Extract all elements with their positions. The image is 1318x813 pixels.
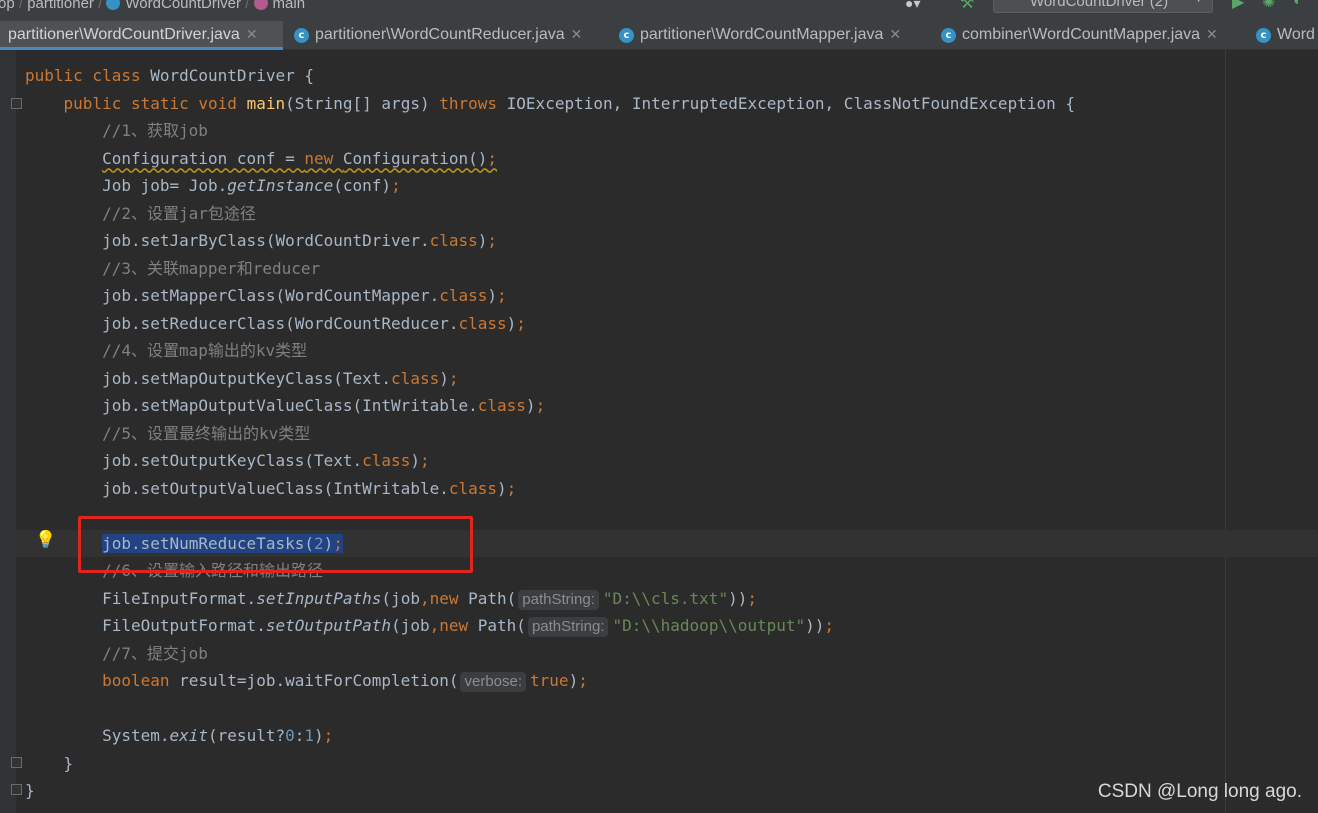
close-icon[interactable]: ✕ <box>1206 26 1218 42</box>
code-line: //3、关联mapper和reducer <box>25 255 1075 283</box>
code-comment: //7、提交job <box>102 643 208 663</box>
run-configuration-label: WordCountDriver (2) <box>1030 0 1169 10</box>
tab-partitioner-wordcountdriver[interactable]: partitioner\WordCountDriver.java ✕ <box>0 21 283 50</box>
breadcrumb-class[interactable]: WordCountDriver <box>125 0 241 12</box>
run-configuration-select[interactable]: WordCountDriver (2) ▼ <box>993 0 1213 13</box>
class-icon: c <box>294 28 309 43</box>
parameter-hint: pathString: <box>518 589 599 610</box>
fold-icon[interactable] <box>11 757 22 768</box>
input-path-string: "D:\\cls.txt" <box>602 588 729 608</box>
code-line: //5、设置最终输出的kv类型 <box>25 420 1075 448</box>
code-line: boolean result=job.waitForCompletion(ver… <box>102 671 588 692</box>
tab-label: Word <box>1277 26 1315 43</box>
fold-icon[interactable] <box>11 98 22 109</box>
breadcrumb-project[interactable]: op <box>0 0 15 12</box>
class-icon: c <box>1256 28 1271 43</box>
code-line: //4、设置map输出的kv类型 <box>25 337 1075 365</box>
tab-label: partitioner\WordCountDriver.java <box>8 26 240 43</box>
exit-value-false: 1 <box>304 726 315 745</box>
chevron-down-icon: ▼ <box>1193 0 1204 5</box>
breadcrumb-package[interactable]: partitioner <box>27 0 94 12</box>
code-line: job.setJarByClass(WordCountDriver.class)… <box>25 231 498 250</box>
code-line: job.setMapOutputKeyClass(Text.class); <box>25 368 459 388</box>
code-comment: //2、设置jar包途径 <box>102 203 256 223</box>
red-annotation-box <box>78 516 473 573</box>
code-line: //7、提交job <box>25 640 1075 668</box>
parameter-hint: verbose: <box>460 672 527 692</box>
code-line: job.setMapOutputValueClass(IntWritable.c… <box>25 396 546 415</box>
output-path-string: "D:\\hadoop\\output" <box>612 616 806 635</box>
code-comment: //5、设置最终输出的kv类型 <box>102 423 311 443</box>
tab-label: combiner\WordCountMapper.java <box>962 26 1201 43</box>
code-line: public class WordCountDriver { <box>25 66 314 85</box>
right-margin-guide <box>1225 50 1226 813</box>
run-icon[interactable]: ▶ <box>1232 0 1244 12</box>
parameter-hint: pathString: <box>527 617 609 637</box>
exit-value-true: 0 <box>285 726 295 745</box>
tab-combiner-wordcountmapper[interactable]: c combiner\WordCountMapper.java ✕ <box>941 21 1246 50</box>
fold-icon[interactable] <box>11 784 22 795</box>
tab-partitioner-wordcountmapper[interactable]: c partitioner\WordCountMapper.java ✕ <box>619 21 931 50</box>
close-icon[interactable]: ✕ <box>246 26 258 42</box>
code-line: } <box>25 781 35 800</box>
class-name: WordCountDriver <box>150 66 295 85</box>
code-line: job.setOutputKeyClass(Text.class); <box>25 451 430 470</box>
tab-partitioner-wordcountreducer[interactable]: c partitioner\WordCountReducer.java ✕ <box>294 21 609 50</box>
tab-label: partitioner\WordCountMapper.java <box>640 26 884 43</box>
code-line: System.exit(result?0:1); <box>25 726 334 745</box>
code-line: public static void main(String[] args) t… <box>63 93 1075 113</box>
code-editor[interactable]: 💡 public class WordCountDriver { public … <box>0 50 1318 813</box>
code-comment: //4、设置map输出的kv类型 <box>102 341 308 360</box>
breadcrumb: op / partitioner / WordCountDriver / mai… <box>0 0 305 12</box>
code-line: Job job= Job.getInstance(conf); <box>25 176 401 195</box>
class-icon <box>106 0 121 10</box>
code-line: //1、获取job <box>25 117 1075 145</box>
tab-word-truncated[interactable]: c Word <box>1256 21 1318 50</box>
editor-tab-bar: partitioner\WordCountDriver.java ✕ c parti… <box>0 21 1318 50</box>
code-line: job.setReducerClass(WordCountReducer.cla… <box>25 313 526 333</box>
navigation-bar: op / partitioner / WordCountDriver / mai… <box>0 0 1318 21</box>
coverage-icon[interactable]: ◐ <box>1293 0 1303 10</box>
code-comment: //3、关联mapper和reducer <box>102 258 321 278</box>
tab-label: partitioner\WordCountReducer.java <box>315 26 565 43</box>
class-icon: c <box>941 28 956 43</box>
code-line: FileInputFormat.setInputPaths(job,new Pa… <box>25 588 757 610</box>
code-comment: //1、获取job <box>102 121 208 140</box>
class-icon: c <box>619 28 634 43</box>
code-line: } <box>25 753 74 773</box>
debug-icon[interactable]: ✺ <box>1262 0 1275 12</box>
code-line: //2、设置jar包途径 <box>25 200 1075 228</box>
method-icon <box>253 0 268 10</box>
close-icon[interactable]: ✕ <box>571 26 583 42</box>
code-line: FileOutputFormat.setOutputPath(job,new P… <box>25 616 835 637</box>
editor-gutter <box>0 50 16 813</box>
code-lines: public class WordCountDriver { public st… <box>25 62 1075 805</box>
breadcrumb-method[interactable]: main <box>273 0 306 12</box>
user-icon[interactable]: ●▾ <box>905 0 933 13</box>
code-line: job.setOutputValueClass(IntWritable.clas… <box>25 478 517 498</box>
watermark: CSDN @Long long ago. <box>1097 781 1302 802</box>
code-line: job.setMapperClass(WordCountMapper.class… <box>25 286 507 305</box>
close-icon[interactable]: ✕ <box>889 26 901 42</box>
build-hammer-icon[interactable]: ⚒ <box>960 0 974 13</box>
code-line: Configuration conf = new Configuration()… <box>102 148 498 168</box>
